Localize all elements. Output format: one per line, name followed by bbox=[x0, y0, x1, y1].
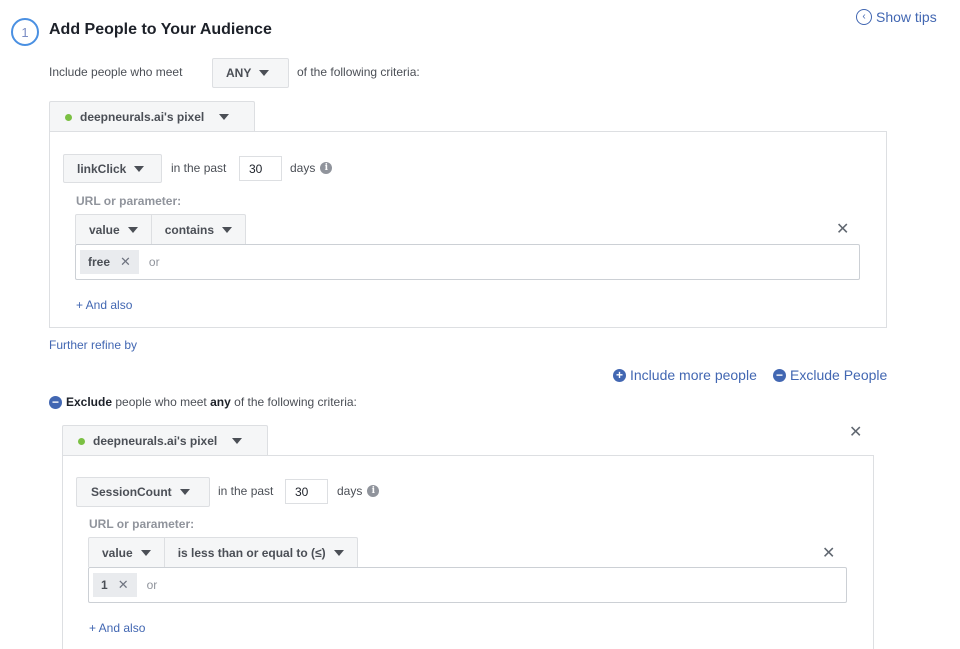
or-placeholder: or bbox=[148, 255, 160, 269]
include-field-dropdown[interactable]: value bbox=[76, 215, 151, 244]
days-label: days bbox=[290, 161, 316, 175]
exclude-middle-text: people who meet bbox=[115, 395, 207, 409]
caret-down-icon bbox=[140, 549, 151, 556]
exclude-keyword: Exclude bbox=[66, 395, 113, 409]
include-event-label: linkClick bbox=[77, 161, 127, 176]
include-more-label: Include more people bbox=[630, 367, 757, 383]
exclude-people-link[interactable]: − Exclude People bbox=[773, 367, 887, 383]
include-operator-label: contains bbox=[164, 222, 215, 237]
remove-exclude-condition-button[interactable]: ✕ bbox=[822, 546, 835, 562]
show-tips-label: Show tips bbox=[876, 9, 937, 25]
include-value-token-input[interactable]: free ✕ or bbox=[75, 244, 860, 280]
or-placeholder: or bbox=[146, 578, 158, 592]
exclude-and-also-link[interactable]: + And also bbox=[89, 621, 145, 635]
exclude-criteria-line: − Exclude people who meet any of the fol… bbox=[49, 395, 357, 409]
exclude-days-input[interactable]: 30 bbox=[285, 479, 328, 504]
include-event-dropdown[interactable]: linkClick bbox=[63, 154, 162, 183]
value-token: 1 ✕ bbox=[93, 573, 137, 597]
days-label-group: days i bbox=[290, 161, 333, 175]
caret-down-icon bbox=[232, 438, 243, 444]
match-any-label: ANY bbox=[226, 66, 252, 80]
include-pixel-label: deepneurals.ai's pixel bbox=[80, 110, 205, 124]
include-operator-dropdown[interactable]: contains bbox=[150, 215, 245, 244]
caret-down-icon bbox=[179, 489, 190, 495]
caret-down-icon bbox=[333, 549, 344, 556]
exclude-people-label: Exclude People bbox=[790, 367, 888, 383]
token-label: 1 bbox=[101, 578, 108, 592]
info-icon[interactable]: i bbox=[320, 162, 333, 174]
status-dot-icon bbox=[78, 437, 85, 445]
in-the-past-text: in the past bbox=[218, 484, 274, 498]
include-pixel-source-dropdown[interactable]: deepneurals.ai's pixel bbox=[49, 101, 255, 132]
url-parameter-label: URL or parameter: bbox=[89, 517, 195, 531]
step-number-badge: 1 bbox=[11, 18, 39, 46]
include-field-label: value bbox=[89, 222, 120, 237]
in-the-past-text: in the past bbox=[171, 161, 227, 175]
exclude-value-token-input[interactable]: 1 ✕ or bbox=[88, 567, 847, 603]
days-label: days bbox=[337, 484, 363, 498]
plus-circle-icon: + bbox=[613, 368, 626, 382]
exclude-operator-label: is less than or equal to (≤) bbox=[177, 545, 326, 560]
show-tips-link[interactable]: ‹ Show tips bbox=[856, 9, 937, 25]
remove-exclude-group-button[interactable]: ✕ bbox=[849, 425, 862, 441]
url-parameter-label: URL or parameter: bbox=[76, 194, 182, 208]
include-prefix-text: Include people who meet bbox=[49, 65, 183, 79]
exclude-event-dropdown[interactable]: SessionCount bbox=[76, 477, 210, 507]
exclude-condition-selector: value is less than or equal to (≤) bbox=[88, 537, 358, 567]
value-token: free ✕ bbox=[80, 250, 139, 274]
exclude-pixel-label: deepneurals.ai's pixel bbox=[93, 434, 218, 448]
exclude-event-label: SessionCount bbox=[91, 485, 172, 499]
exclude-suffix-text: of the following criteria: bbox=[234, 395, 357, 409]
exclude-pixel-source-dropdown[interactable]: deepneurals.ai's pixel bbox=[62, 425, 268, 456]
further-refine-link[interactable]: Further refine by bbox=[49, 338, 137, 352]
include-suffix-text: of the following criteria: bbox=[297, 65, 420, 79]
exclude-field-label: value bbox=[102, 545, 133, 560]
exclude-field-dropdown[interactable]: value bbox=[89, 538, 164, 567]
minus-circle-icon[interactable]: − bbox=[49, 395, 62, 409]
info-icon[interactable]: i bbox=[367, 485, 380, 497]
include-condition-selector: value contains bbox=[75, 214, 247, 244]
remove-token-icon[interactable]: ✕ bbox=[118, 577, 129, 593]
caret-down-icon bbox=[219, 114, 230, 120]
caret-down-icon bbox=[127, 226, 138, 233]
caret-down-icon bbox=[259, 70, 270, 76]
include-and-also-link[interactable]: + And also bbox=[76, 298, 132, 312]
status-dot-icon bbox=[65, 113, 72, 121]
chevron-left-circle-icon: ‹ bbox=[856, 9, 872, 25]
token-label: free bbox=[88, 255, 111, 269]
caret-down-icon bbox=[134, 165, 145, 172]
page-title: Add People to Your Audience bbox=[49, 21, 272, 38]
exclude-match-text: any bbox=[210, 395, 231, 409]
match-any-dropdown[interactable]: ANY bbox=[212, 58, 289, 88]
exclude-operator-dropdown[interactable]: is less than or equal to (≤) bbox=[163, 538, 357, 567]
include-days-input[interactable]: 30 bbox=[239, 156, 282, 181]
minus-circle-icon: − bbox=[773, 368, 786, 382]
caret-down-icon bbox=[222, 226, 233, 233]
remove-include-condition-button[interactable]: ✕ bbox=[836, 222, 849, 238]
include-more-people-link[interactable]: + Include more people bbox=[613, 367, 757, 383]
days-label-group: days i bbox=[337, 484, 380, 498]
remove-token-icon[interactable]: ✕ bbox=[120, 254, 131, 270]
